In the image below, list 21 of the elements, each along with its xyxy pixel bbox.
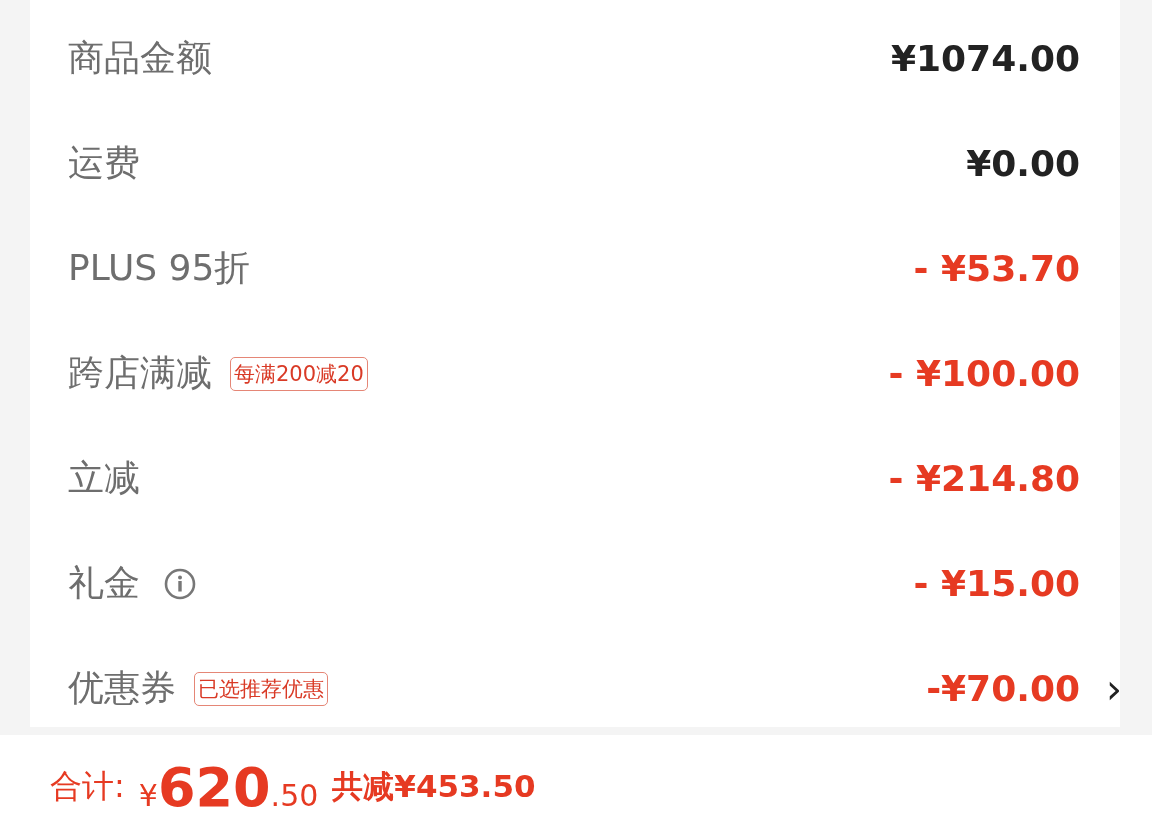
fee-label: 立减 — [68, 456, 140, 500]
fee-label: 商品金额 — [68, 36, 212, 80]
fee-amount: ¥1074.00 — [890, 38, 1080, 79]
info-icon[interactable] — [164, 567, 196, 600]
total-label: 合计: — [50, 766, 125, 807]
fee-label: PLUS 95折 — [68, 246, 251, 290]
total-price: ¥620.50 — [138, 755, 319, 819]
fee-amount: -¥70.00 — [926, 668, 1080, 709]
fee-label: 礼金 — [68, 561, 140, 605]
promo-tag: 已选推荐优惠 — [194, 671, 328, 706]
fee-amount: - ¥100.00 — [888, 353, 1080, 394]
chevron[interactable]: › — [1080, 665, 1120, 712]
fee-label: 运费 — [68, 141, 140, 185]
fee-label: 优惠券 — [68, 666, 176, 710]
fee-amount: - ¥53.70 — [913, 248, 1080, 289]
fee-amount: ¥0.00 — [966, 143, 1080, 184]
fee-amount: - ¥214.80 — [888, 458, 1080, 499]
fee-label: 跨店满减 — [68, 351, 212, 395]
promo-tag: 每满200减20 — [230, 356, 368, 391]
savings-total: 共减¥453.50 — [332, 767, 536, 806]
fee-amount: - ¥15.00 — [913, 563, 1080, 604]
